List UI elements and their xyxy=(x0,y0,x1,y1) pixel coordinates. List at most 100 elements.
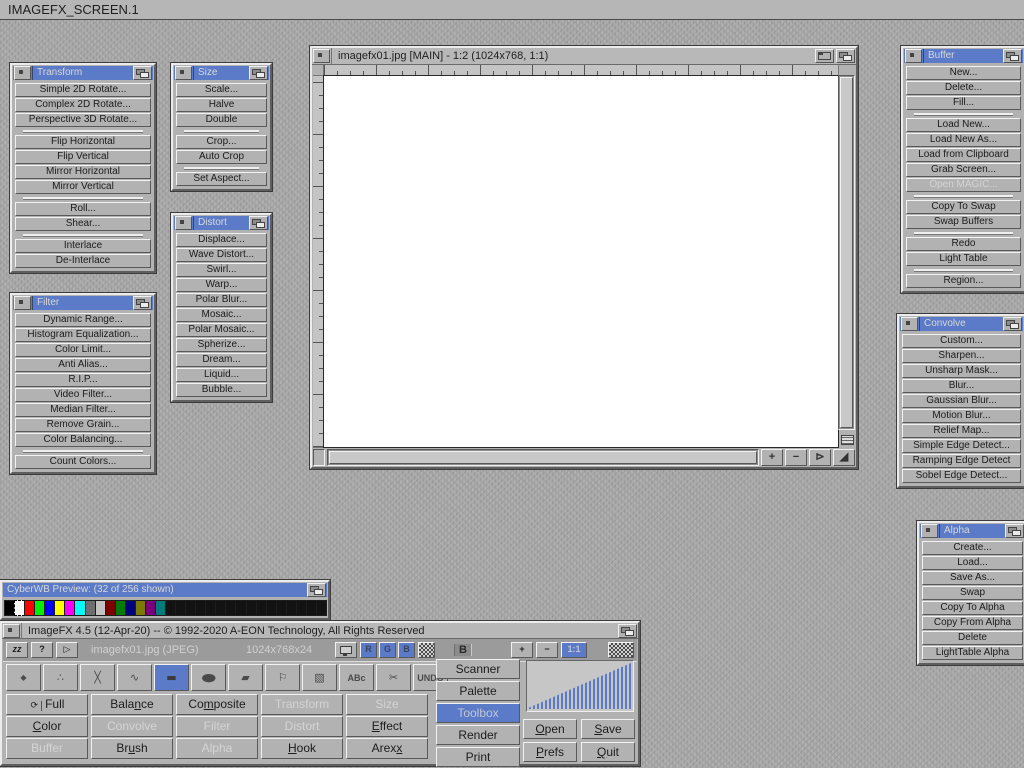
swap-button[interactable]: Swap xyxy=(922,586,1023,600)
gaussian-blur-button[interactable]: Gaussian Blur... xyxy=(902,394,1021,408)
dot-tool[interactable]: ◆ xyxy=(6,664,41,691)
simple-edge-detect-button[interactable]: Simple Edge Detect... xyxy=(902,439,1021,453)
swirl-button[interactable]: Swirl... xyxy=(176,263,267,277)
help-button[interactable]: ? xyxy=(31,642,53,658)
zoom-gadget-icon[interactable] xyxy=(815,49,834,63)
load-new-button[interactable]: Load New... xyxy=(906,118,1021,132)
freehand-tool[interactable]: ⚐ xyxy=(265,664,300,691)
ramping-edge-detect-button[interactable]: Ramping Edge Detect xyxy=(902,454,1021,468)
fill-button[interactable]: Fill... xyxy=(906,96,1021,110)
run-button[interactable]: ▷ xyxy=(56,642,78,658)
depth-icon[interactable] xyxy=(836,49,855,63)
redo-button[interactable]: Redo xyxy=(906,237,1021,251)
oval-tool[interactable]: ● xyxy=(191,664,226,691)
box-tool[interactable]: ▬ xyxy=(154,664,189,691)
close-icon[interactable] xyxy=(313,49,330,63)
de-interlace-button[interactable]: De-Interlace xyxy=(15,254,151,268)
close-icon[interactable] xyxy=(175,216,192,230)
arexx-button[interactable]: Arexx xyxy=(346,738,428,759)
scale-view-button[interactable]: ◢ xyxy=(833,449,855,466)
sobel-edge-detect-button[interactable]: Sobel Edge Detect... xyxy=(902,469,1021,483)
palette-button[interactable]: Palette xyxy=(436,681,520,701)
pan-button[interactable]: ⊳ xyxy=(809,449,831,466)
liquid-button[interactable]: Liquid... xyxy=(176,368,267,382)
r-i-p-button[interactable]: R.I.P... xyxy=(15,373,151,387)
zoom-in-button[interactable]: + xyxy=(761,449,783,466)
zoom-out-button[interactable]: − xyxy=(785,449,807,466)
full-button[interactable]: ⟳Full xyxy=(6,694,88,715)
hook-button[interactable]: Hook xyxy=(261,738,343,759)
sleep-button[interactable]: zz xyxy=(6,642,28,658)
ruler-toggle-button[interactable] xyxy=(840,432,855,448)
pattern-button[interactable] xyxy=(608,642,634,658)
halve-button[interactable]: Halve xyxy=(176,98,267,112)
histogram-equalization-button[interactable]: Histogram Equalization... xyxy=(15,328,151,342)
save-button[interactable]: Save xyxy=(581,719,635,739)
roll-button[interactable]: Roll... xyxy=(15,202,151,216)
sharpen-button[interactable]: Sharpen... xyxy=(902,349,1021,363)
polygon-tool[interactable]: ▰ xyxy=(228,664,263,691)
image-canvas[interactable] xyxy=(323,75,839,448)
relief-map-button[interactable]: Relief Map... xyxy=(902,424,1021,438)
copy-to-alpha-button[interactable]: Copy To Alpha xyxy=(922,601,1023,615)
color-limit-button[interactable]: Color Limit... xyxy=(15,343,151,357)
depth-icon[interactable] xyxy=(307,583,326,597)
displace-button[interactable]: Displace... xyxy=(176,233,267,247)
video-filter-button[interactable]: Video Filter... xyxy=(15,388,151,402)
light-table-button[interactable]: Light Table xyxy=(906,252,1021,266)
interlace-button[interactable]: Interlace xyxy=(15,239,151,253)
quit-button[interactable]: Quit xyxy=(581,742,635,762)
one-to-one-button[interactable]: 1:1 xyxy=(561,642,587,658)
save-as-button[interactable]: Save As... xyxy=(922,571,1023,585)
lighttable-alpha-button[interactable]: LightTable Alpha xyxy=(922,646,1023,660)
vertical-scrollbar-knob[interactable] xyxy=(840,77,853,428)
flip-horizontal-button[interactable]: Flip Horizontal xyxy=(15,135,151,149)
crop-button[interactable]: Crop... xyxy=(176,135,267,149)
dynamic-range-button[interactable]: Dynamic Range... xyxy=(15,313,151,327)
dream-button[interactable]: Dream... xyxy=(176,353,267,367)
remove-grain-button[interactable]: Remove Grain... xyxy=(15,418,151,432)
color-button[interactable]: Color xyxy=(6,716,88,737)
composite-button[interactable]: Composite xyxy=(176,694,258,715)
text-tool[interactable]: ABc xyxy=(339,664,374,691)
dither-button[interactable] xyxy=(418,642,435,658)
fill-tool[interactable]: ▧ xyxy=(302,664,337,691)
view-zoom-out-button[interactable]: − xyxy=(536,642,558,658)
complex-2d-rotate-button[interactable]: Complex 2D Rotate... xyxy=(15,98,151,112)
copy-from-alpha-button[interactable]: Copy From Alpha xyxy=(922,616,1023,630)
region-button[interactable]: Region... xyxy=(906,274,1021,288)
perspective-3d-rotate-button[interactable]: Perspective 3D Rotate... xyxy=(15,113,151,127)
horizontal-scrollbar[interactable] xyxy=(327,449,759,466)
print-button[interactable]: Print xyxy=(436,747,520,767)
new-button[interactable]: New... xyxy=(906,66,1021,80)
median-filter-button[interactable]: Median Filter... xyxy=(15,403,151,417)
curve-tool[interactable]: ∿ xyxy=(117,664,152,691)
color-balancing-button[interactable]: Color Balancing... xyxy=(15,433,151,447)
polar-blur-button[interactable]: Polar Blur... xyxy=(176,293,267,307)
channel-g-button[interactable]: G xyxy=(379,642,396,658)
depth-icon[interactable] xyxy=(249,66,268,80)
palette-swatch-31[interactable] xyxy=(316,600,327,616)
grab-screen-button[interactable]: Grab Screen... xyxy=(906,163,1021,177)
create-button[interactable]: Create... xyxy=(922,541,1023,555)
depth-icon[interactable] xyxy=(1003,49,1022,63)
load-button[interactable]: Load... xyxy=(922,556,1023,570)
set-aspect-button[interactable]: Set Aspect... xyxy=(176,172,267,186)
close-icon[interactable] xyxy=(3,624,20,638)
toolbox-titlebar[interactable]: ImageFX 4.5 (12-Apr-20) -- © 1992-2020 A… xyxy=(2,623,638,639)
view-zoom-in-button[interactable]: + xyxy=(511,642,533,658)
line-tool[interactable]: ╳ xyxy=(80,664,115,691)
scale-button[interactable]: Scale... xyxy=(176,83,267,97)
mosaic-button[interactable]: Mosaic... xyxy=(176,308,267,322)
load-new-as-button[interactable]: Load New As... xyxy=(906,133,1021,147)
anti-alias-button[interactable]: Anti Alias... xyxy=(15,358,151,372)
close-icon[interactable] xyxy=(14,296,31,310)
auto-crop-button[interactable]: Auto Crop xyxy=(176,150,267,164)
delete-button[interactable]: Delete... xyxy=(906,81,1021,95)
custom-button[interactable]: Custom... xyxy=(902,334,1021,348)
channel-b-button[interactable]: B xyxy=(398,642,415,658)
shear-button[interactable]: Shear... xyxy=(15,217,151,231)
vertical-scrollbar[interactable] xyxy=(838,75,855,430)
balance-button[interactable]: Balance xyxy=(91,694,173,715)
prefs-button[interactable]: Prefs xyxy=(523,742,577,762)
